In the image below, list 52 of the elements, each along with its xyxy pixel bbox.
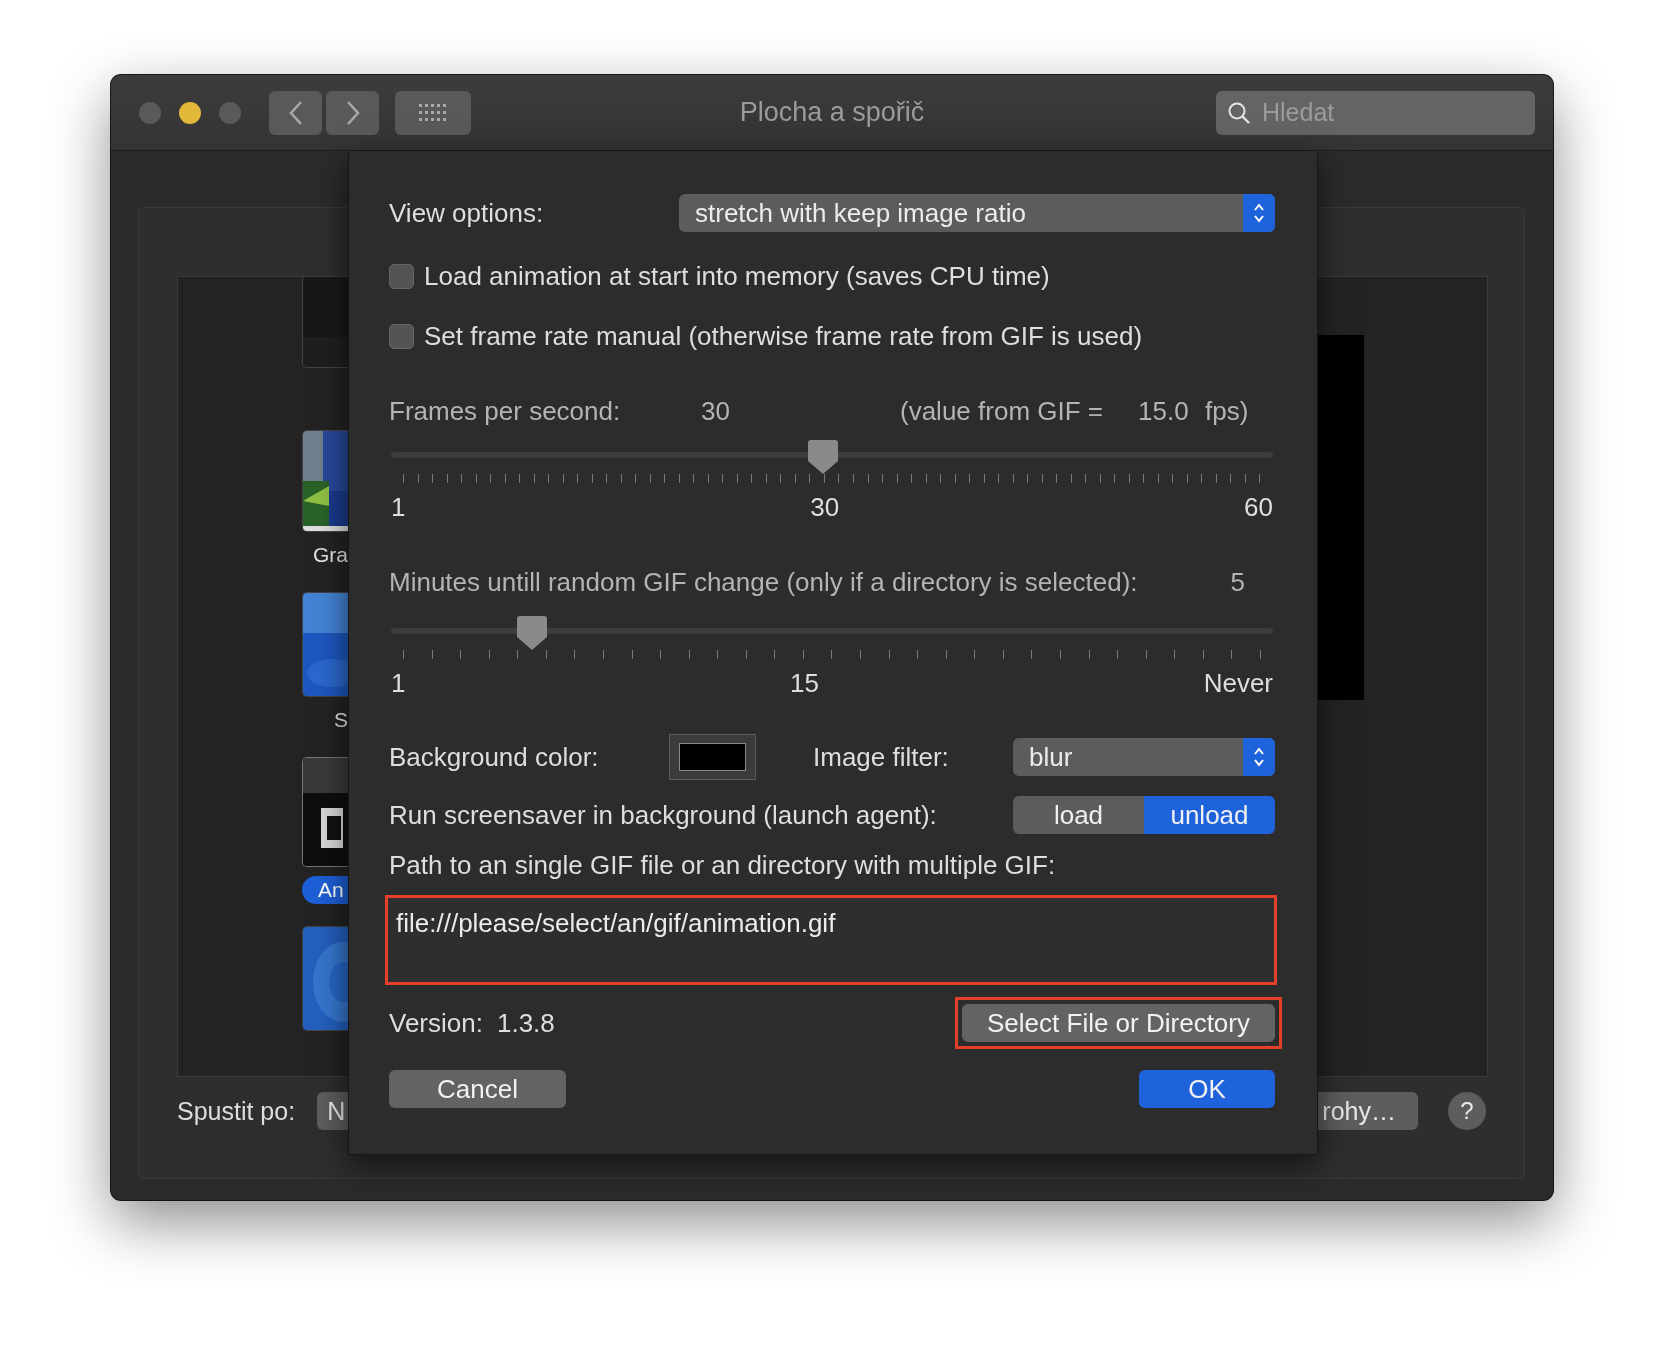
minutes-label: Minutes untill random GIF change (only if a directory is selected):: [389, 566, 1138, 598]
tick-label: 1: [391, 667, 406, 699]
color-well[interactable]: [669, 734, 756, 780]
thumbnail-label: S: [334, 707, 348, 733]
cancel-button[interactable]: Cancel: [389, 1070, 566, 1108]
chevron-right-icon: [344, 99, 361, 126]
checkbox-label: Set frame rate manual (otherwise frame rate from GIF is used): [424, 320, 1143, 352]
path-field[interactable]: file:///please/select/an/gif/animation.gif: [385, 895, 1277, 985]
tick-label: 15: [790, 667, 819, 699]
back-button[interactable]: [269, 90, 322, 135]
thumbnail-label: Gra: [313, 542, 348, 568]
gif-fps-value: 15.0: [1138, 395, 1190, 427]
stepper-icon: [1252, 745, 1266, 769]
tick-label: Never: [1203, 667, 1273, 699]
start-after-label: Spustit po:: [177, 1096, 296, 1126]
tick-label: 30: [810, 491, 840, 523]
search-field[interactable]: Hledat: [1216, 90, 1535, 135]
segment-button[interactable]: unload: [1144, 796, 1275, 834]
stepper-icon: [1252, 201, 1266, 225]
search-icon: [1227, 100, 1251, 125]
gif-fps-label: (value from GIF =: [900, 395, 1104, 427]
help-button[interactable]: ?: [1448, 1092, 1486, 1130]
slider-thumb[interactable]: [808, 440, 839, 474]
launch-agent-label: Run screensaver in background (launch agent):: [389, 799, 937, 831]
view-options-label: View options:: [389, 197, 544, 229]
tick-label: 1: [391, 491, 406, 523]
grid-button[interactable]: [395, 90, 471, 135]
segment-button[interactable]: load: [1013, 796, 1144, 834]
window-title: Plocha a spořič: [739, 97, 925, 128]
select-file-button[interactable]: Select File or Directory: [962, 1004, 1275, 1042]
minimize-button[interactable]: [179, 101, 201, 124]
slider-thumb[interactable]: [516, 616, 547, 650]
grid-icon: [418, 102, 448, 123]
version-value: 1.3.8: [496, 1007, 555, 1039]
fps-unit: fps): [1205, 395, 1249, 427]
tick-label: 60: [1244, 491, 1273, 523]
view-options-popup[interactable]: stretch with keep image ratio: [679, 194, 1275, 232]
path-label: Path to an single GIF file or an directory with multiple GIF:: [389, 849, 1056, 881]
minutes-value: 5: [1230, 566, 1245, 598]
image-filter-label: Image filter:: [813, 741, 949, 773]
checkbox-label: Load animation at start into memory (saves CPU time): [424, 260, 1050, 292]
ok-button[interactable]: OK: [1139, 1070, 1275, 1108]
fps-value: 30: [701, 395, 731, 427]
fps-label: Frames per second:: [389, 395, 622, 427]
checkbox[interactable]: [389, 263, 414, 289]
chevron-left-icon: [287, 99, 304, 126]
checkbox[interactable]: [389, 323, 414, 349]
image-filter-popup[interactable]: blur: [1013, 738, 1275, 776]
thumbnail-label: An: [302, 876, 348, 904]
forward-button[interactable]: [326, 90, 379, 135]
background-color-label: Background color:: [389, 741, 600, 773]
version-label: Version:: [389, 1007, 483, 1039]
